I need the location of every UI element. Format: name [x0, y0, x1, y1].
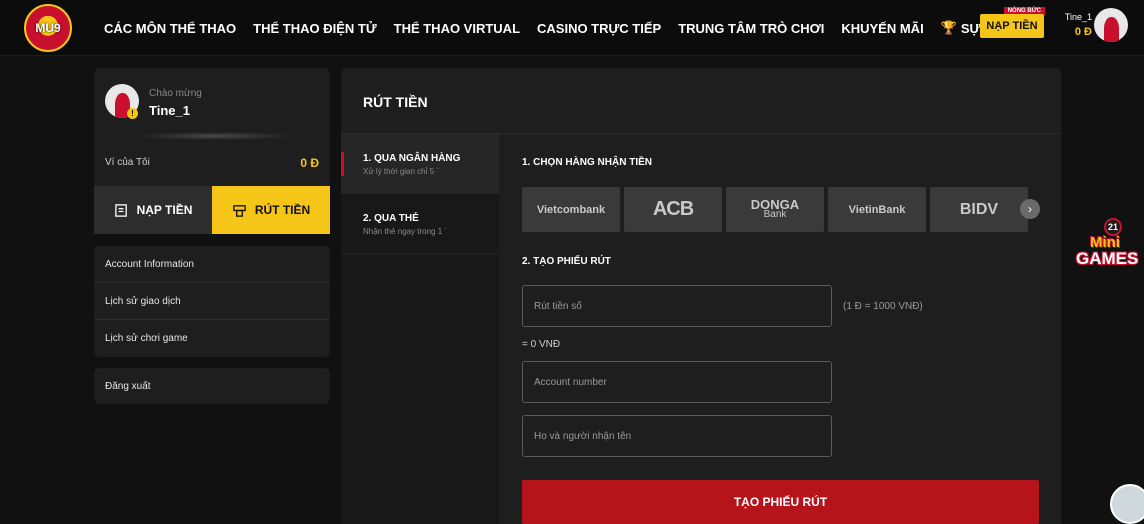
- nav-live-casino[interactable]: CASINO TRỰC TIẾP: [537, 21, 661, 36]
- withdraw-methods: 1. QUA NGÂN HÀNG Xử lý thời gian chỉ 5 `…: [341, 134, 499, 524]
- account-number-field[interactable]: [522, 361, 832, 403]
- wallet-amount: 0 Đ: [300, 156, 319, 170]
- nav-esports[interactable]: THỂ THAO ĐIỆN TỬ: [253, 21, 376, 36]
- menu-transaction-history[interactable]: Lịch sử giao dịch: [94, 283, 330, 320]
- minigames-line2: GAMES: [1076, 249, 1139, 268]
- bank-vietcombank[interactable]: Vietcombank: [522, 187, 620, 232]
- support-chat-avatar[interactable]: [1110, 484, 1144, 524]
- withdraw-button[interactable]: RÚT TIỀN: [212, 186, 330, 234]
- withdraw-label: RÚT TIỀN: [254, 203, 311, 217]
- amount-field[interactable]: [522, 285, 832, 327]
- bank-donga-sub: Bank: [763, 208, 787, 220]
- page-title: RÚT TIỀN: [363, 94, 428, 110]
- menu-account-information[interactable]: Account Information: [94, 246, 330, 283]
- withdraw-icon: [233, 204, 246, 217]
- deposit-button[interactable]: NẠP TIỀN: [94, 186, 212, 234]
- greeting: Chào mừng: [149, 88, 202, 99]
- wallet-actions: NẠP TIỀN RÚT TIỀN: [94, 186, 330, 234]
- top-deposit-button[interactable]: NẠP TIỀN: [980, 14, 1044, 38]
- alert-badge-icon: !: [127, 108, 138, 119]
- account-menu: Account Information Lịch sử giao dịch Lị…: [94, 246, 330, 357]
- method-title: 2. QUA THẺ: [363, 213, 419, 224]
- exchange-rate: (1 Đ = 1000 VNĐ): [843, 301, 923, 312]
- top-user-info[interactable]: Tine_1 0 Đ: [1052, 12, 1092, 38]
- nav-virtual-sports[interactable]: THỂ THAO VIRTUAL: [394, 21, 520, 36]
- top-balance: 0 Đ: [1074, 26, 1092, 38]
- recipient-name-input[interactable]: [534, 430, 831, 442]
- nav-game-center[interactable]: TRUNG TÂM TRÒ CHƠI: [678, 21, 824, 36]
- bank-donga-label: DONGA: [750, 196, 800, 212]
- method-bank[interactable]: 1. QUA NGÂN HÀNG Xử lý thời gian chỉ 5 `: [341, 134, 499, 194]
- logo-text: MU9: [35, 21, 61, 35]
- create-withdrawal-button[interactable]: TẠO PHIẾU RÚT: [522, 480, 1039, 524]
- trophy-icon: 🏆: [940, 20, 957, 35]
- chevron-right-icon[interactable]: ›: [1020, 199, 1040, 219]
- withdraw-panel: RÚT TIỀN 1. QUA NGÂN HÀNG Xử lý thời gia…: [341, 68, 1061, 524]
- converted-amount: = 0 VNĐ: [522, 339, 561, 350]
- bank-vietinbank[interactable]: VietinBank: [828, 187, 926, 232]
- method-subtitle: Nhận thẻ ngay trong 1 `: [363, 227, 448, 236]
- bank-donga[interactable]: DONGA Bank: [726, 187, 824, 232]
- step1-label: 1. CHỌN HÀNG NHẬN TIỀN: [522, 157, 653, 168]
- bank-list: Vietcombank ACB DONGA Bank VietinBank BI…: [522, 187, 1040, 232]
- recipient-name-field[interactable]: [522, 415, 832, 457]
- account-number-input[interactable]: [534, 376, 831, 388]
- mu9-logo[interactable]: MU9: [24, 4, 72, 52]
- profile-card: ! Chào mừng Tine_1 Ví của Tôi 0 Đ: [94, 68, 330, 186]
- nav-promotions[interactable]: KHUYẾN MÃI: [841, 21, 923, 36]
- method-title: 1. QUA NGÂN HÀNG: [363, 153, 461, 164]
- minigames-widget[interactable]: 21 Mini GAMES: [1074, 218, 1144, 278]
- profile-username: Tine_1: [149, 103, 190, 118]
- main-nav: CÁC MÔN THỂ THAO THỂ THAO ĐIỆN TỬ THỂ TH…: [104, 0, 1046, 56]
- method-subtitle: Xử lý thời gian chỉ 5 `: [363, 167, 439, 176]
- top-avatar[interactable]: [1094, 8, 1128, 42]
- deposit-icon: [114, 203, 127, 217]
- method-card[interactable]: 2. QUA THẺ Nhận thẻ ngay trong 1 `: [341, 194, 499, 254]
- amount-input[interactable]: [534, 300, 831, 312]
- menu-game-history[interactable]: Lịch sử chơi game: [94, 320, 330, 357]
- step2-label: 2. TẠO PHIẾU RÚT: [522, 256, 611, 267]
- bank-bidv[interactable]: BIDV: [930, 187, 1028, 232]
- deposit-label: NẠP TIỀN: [136, 203, 193, 217]
- top-username: Tine_1: [1064, 12, 1092, 22]
- wallet-label: Ví của Tôi: [105, 157, 150, 168]
- nav-sports[interactable]: CÁC MÔN THỂ THAO: [104, 21, 236, 36]
- bank-acb[interactable]: ACB: [624, 187, 722, 232]
- top-navbar: MU9 CÁC MÔN THỂ THAO THỂ THAO ĐIỆN TỬ TH…: [0, 0, 1144, 56]
- logout-button[interactable]: Đăng xuất: [94, 368, 330, 404]
- divider: [134, 132, 294, 140]
